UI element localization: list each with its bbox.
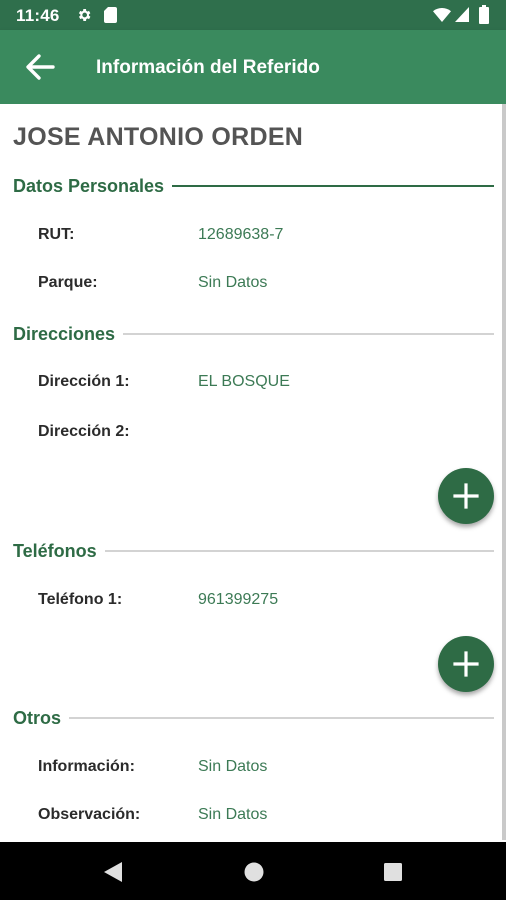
row-rut: RUT: 12689638-7	[38, 226, 478, 248]
plus-icon	[453, 483, 479, 509]
section-divider	[104, 550, 494, 552]
section-divider	[172, 185, 494, 187]
referral-details[interactable]: JOSE ANTONIO ORDEN Datos Personales RUT:…	[0, 104, 506, 842]
section-divider	[123, 333, 494, 335]
field-label: Información:	[38, 758, 135, 775]
field-value: Sin Datos	[198, 758, 268, 775]
field-label: Dirección 2:	[38, 423, 130, 440]
gear-icon	[78, 9, 91, 21]
field-value: Sin Datos	[198, 274, 268, 291]
section-others-header: Otros	[13, 707, 494, 729]
navigation-bar	[0, 842, 506, 900]
sd-card-icon	[104, 7, 117, 23]
row-phone-1: Teléfono 1: 961399275	[38, 591, 478, 613]
section-divider	[69, 717, 494, 719]
row-observacion: Observación: Sin Datos	[38, 806, 478, 828]
row-address-2: Dirección 2:	[38, 423, 478, 445]
field-label: Teléfono 1:	[38, 591, 123, 608]
wifi-icon	[433, 8, 451, 22]
add-address-button[interactable]	[438, 468, 494, 524]
section-title: Teléfonos	[13, 540, 97, 561]
row-informacion: Información: Sin Datos	[38, 758, 478, 780]
row-parque: Parque: Sin Datos	[38, 274, 478, 296]
row-address-1: Dirección 1: EL BOSQUE	[38, 373, 478, 395]
referral-name: JOSE ANTONIO ORDEN	[13, 123, 304, 151]
status-bar: 11:46	[0, 0, 506, 30]
section-addresses-header: Direcciones	[13, 323, 494, 345]
add-phone-button[interactable]	[438, 636, 494, 692]
plus-icon	[453, 651, 479, 677]
section-title: Direcciones	[13, 323, 116, 344]
scrollbar[interactable]	[502, 104, 506, 840]
section-title: Datos Personales	[13, 175, 165, 196]
battery-icon	[479, 5, 489, 24]
field-value: Sin Datos	[198, 806, 268, 823]
field-label: Parque:	[38, 274, 98, 291]
page-title: Información del Referido	[96, 57, 320, 78]
arrow-back-icon[interactable]	[24, 52, 56, 82]
nav-home-icon[interactable]	[244, 862, 264, 882]
nav-back-icon[interactable]	[103, 861, 123, 883]
section-title: Otros	[13, 707, 62, 728]
field-label: Observación:	[38, 806, 141, 823]
status-time: 11:46	[16, 6, 60, 25]
field-value: EL BOSQUE	[198, 373, 290, 390]
section-personal-header: Datos Personales	[13, 175, 494, 197]
field-value: 961399275	[198, 591, 279, 608]
app-bar: Información del Referido	[0, 30, 506, 104]
signal-icon	[455, 7, 469, 22]
nav-recents-icon[interactable]	[384, 863, 402, 881]
field-label: Dirección 1:	[38, 373, 130, 390]
section-phones-header: Teléfonos	[13, 540, 494, 562]
field-label: RUT:	[38, 226, 75, 243]
field-value: 12689638-7	[198, 226, 284, 243]
